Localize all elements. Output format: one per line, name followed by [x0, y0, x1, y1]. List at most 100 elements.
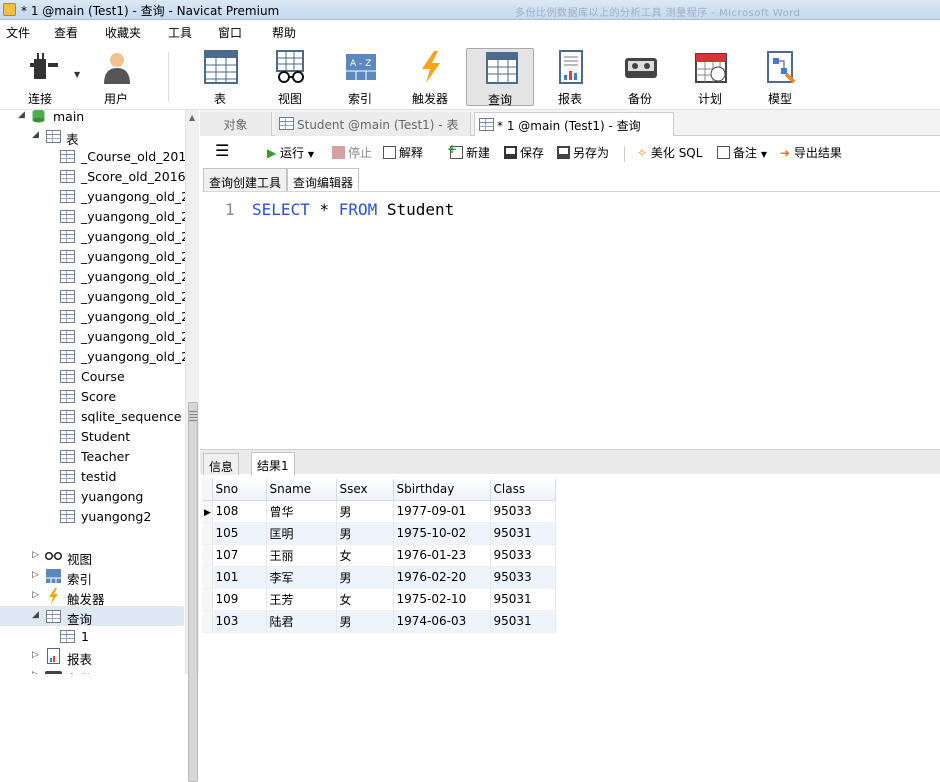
- table-cell[interactable]: 男: [336, 610, 394, 633]
- table-cell[interactable]: 男: [336, 500, 394, 523]
- query-button[interactable]: 查询: [466, 48, 534, 107]
- tree-table-item[interactable]: yuangong2: [0, 506, 184, 526]
- tree-table-item[interactable]: _yuangong_old_20: [0, 266, 197, 286]
- table-cell[interactable]: 男: [336, 522, 394, 545]
- comment-button[interactable]: 备注 ▼: [717, 144, 767, 161]
- tab-query-builder[interactable]: 查询创建工具: [203, 168, 288, 191]
- tree-views-group[interactable]: ▷ 视图: [0, 546, 184, 567]
- table-cell[interactable]: 95033: [490, 500, 556, 523]
- expand-arrow-icon[interactable]: ▷: [32, 570, 39, 580]
- table-row[interactable]: 109 王芳 女 1975-02-10 95031: [202, 588, 556, 611]
- tree-table-item[interactable]: _yuangong_old_20: [0, 286, 197, 306]
- tab-query-editor[interactable]: 查询编辑器: [287, 168, 360, 192]
- column-header-sname[interactable]: Sname: [266, 479, 337, 501]
- menu-tools[interactable]: 工具: [168, 24, 192, 41]
- tree-table-item[interactable]: sqlite_sequence: [0, 406, 184, 426]
- explain-button[interactable]: 解释: [383, 144, 423, 161]
- table-cell[interactable]: 95031: [490, 588, 556, 611]
- tree-table-item[interactable]: _yuangong_old_20: [0, 346, 197, 366]
- table-cell[interactable]: 曾华: [266, 500, 337, 523]
- expand-arrow-icon[interactable]: ▷: [32, 670, 39, 674]
- tree-tables-group[interactable]: ◢ 表: [0, 126, 184, 147]
- tree-triggers-group[interactable]: ▷ 触发器: [0, 586, 184, 607]
- table-cell[interactable]: 101: [212, 566, 267, 589]
- tab-student-table[interactable]: Student @main (Test1) - 表: [275, 112, 471, 136]
- table-row[interactable]: 101 李军 男 1976-02-20 95033: [202, 566, 556, 589]
- table-cell[interactable]: 匡明: [266, 522, 337, 545]
- tree-table-item[interactable]: _Course_old_2016: [0, 146, 194, 166]
- scrollbar-thumb[interactable]: [188, 402, 198, 782]
- tree-table-item[interactable]: _yuangong_old_20: [0, 206, 197, 226]
- column-header-ssex[interactable]: Ssex: [336, 479, 394, 501]
- comment-dropdown-icon[interactable]: ▼: [761, 150, 767, 159]
- table-cell[interactable]: 王丽: [266, 544, 337, 567]
- save-as-button[interactable]: 另存为: [557, 144, 609, 161]
- user-button[interactable]: 用户: [82, 48, 150, 106]
- result-grid[interactable]: Sno Sname Ssex Sbirthday Class ▶ 108 曾华 …: [202, 479, 556, 633]
- menu-favorites[interactable]: 收藏夹: [105, 24, 141, 41]
- menu-hamburger-icon[interactable]: ☰: [215, 141, 229, 160]
- tree-table-item[interactable]: _yuangong_old_20: [0, 186, 197, 206]
- menu-help[interactable]: 帮助: [272, 24, 296, 41]
- table-cell[interactable]: 103: [212, 610, 267, 633]
- export-result-button[interactable]: ➜ 导出结果: [780, 144, 842, 161]
- table-cell[interactable]: 107: [212, 544, 267, 567]
- sql-code-line[interactable]: SELECT * FROM Student: [252, 200, 454, 219]
- table-button[interactable]: 表: [186, 48, 254, 106]
- expand-arrow-icon[interactable]: ▷: [32, 590, 39, 600]
- table-cell[interactable]: 109: [212, 588, 267, 611]
- table-row[interactable]: 103 陆君 男 1974-06-03 95031: [202, 610, 556, 633]
- menu-view[interactable]: 查看: [54, 24, 78, 41]
- tree-reports-group[interactable]: ▷ 报表: [0, 646, 184, 667]
- table-cell[interactable]: 95033: [490, 566, 556, 589]
- save-button[interactable]: 保存: [504, 144, 544, 161]
- column-header-class[interactable]: Class: [490, 479, 556, 501]
- sidebar-scrollbar[interactable]: ▲: [185, 110, 199, 782]
- tab-objects[interactable]: 对象: [200, 112, 272, 136]
- table-cell[interactable]: 1976-01-23: [393, 544, 491, 567]
- report-button[interactable]: 报表: [536, 48, 604, 106]
- new-button[interactable]: + 新建: [447, 142, 490, 161]
- table-row[interactable]: 105 匡明 男 1975-10-02 95031: [202, 522, 556, 545]
- tree-queries-group[interactable]: ◢ 查询: [0, 606, 184, 627]
- column-header-sbirthday[interactable]: Sbirthday: [393, 479, 491, 501]
- table-cell[interactable]: 1975-02-10: [393, 588, 491, 611]
- menu-file[interactable]: 文件: [6, 24, 30, 41]
- table-cell[interactable]: 108: [212, 500, 267, 523]
- expand-arrow-icon[interactable]: ▷: [32, 550, 39, 560]
- tab-info[interactable]: 信息: [203, 453, 240, 475]
- expand-arrow-icon[interactable]: ▷: [32, 650, 39, 660]
- tree-query-item[interactable]: 1: [0, 626, 184, 646]
- tree-table-item[interactable]: _yuangong_old_20: [0, 326, 197, 346]
- trigger-button[interactable]: 触发器: [396, 48, 464, 106]
- tree-table-item[interactable]: _yuangong_old_20: [0, 246, 197, 266]
- table-cell[interactable]: 陆君: [266, 610, 337, 633]
- table-row[interactable]: ▶ 108 曾华 男 1977-09-01 95033: [202, 500, 556, 523]
- collapse-arrow-icon[interactable]: ◢: [32, 610, 39, 620]
- tab-query-1[interactable]: * 1 @main (Test1) - 查询: [474, 112, 674, 136]
- table-row[interactable]: 107 王丽 女 1976-01-23 95033: [202, 544, 556, 567]
- run-dropdown-icon[interactable]: ▼: [308, 150, 314, 159]
- connect-dropdown-arrow-icon[interactable]: ▼: [74, 70, 80, 79]
- tree-table-item[interactable]: yuangong: [0, 486, 184, 506]
- collapse-arrow-icon[interactable]: ◢: [32, 130, 39, 140]
- table-cell[interactable]: 女: [336, 544, 394, 567]
- tree-table-item[interactable]: _yuangong_old_20: [0, 226, 197, 246]
- table-cell[interactable]: 95031: [490, 522, 556, 545]
- table-cell[interactable]: 1977-09-01: [393, 500, 491, 523]
- index-button[interactable]: A - Z 索引: [326, 48, 394, 106]
- beautify-sql-button[interactable]: ✧ 美化 SQL: [637, 144, 702, 161]
- tree-table-item[interactable]: testid: [0, 466, 184, 486]
- tree-backups-group[interactable]: ▷ 备份: [0, 666, 184, 674]
- tree-db-main[interactable]: ◢ main: [0, 110, 184, 126]
- schedule-button[interactable]: 计划: [676, 48, 744, 106]
- table-cell[interactable]: 1975-10-02: [393, 522, 491, 545]
- table-cell[interactable]: 95031: [490, 610, 556, 633]
- backup-button[interactable]: 备份: [606, 48, 674, 106]
- stop-button[interactable]: 停止: [332, 144, 372, 161]
- tree-table-item[interactable]: Student: [0, 426, 184, 446]
- table-cell[interactable]: 105: [212, 522, 267, 545]
- view-button[interactable]: 视图: [256, 48, 324, 106]
- sql-editor[interactable]: 1 SELECT * FROM Student: [202, 191, 940, 449]
- menu-window[interactable]: 窗口: [218, 24, 242, 41]
